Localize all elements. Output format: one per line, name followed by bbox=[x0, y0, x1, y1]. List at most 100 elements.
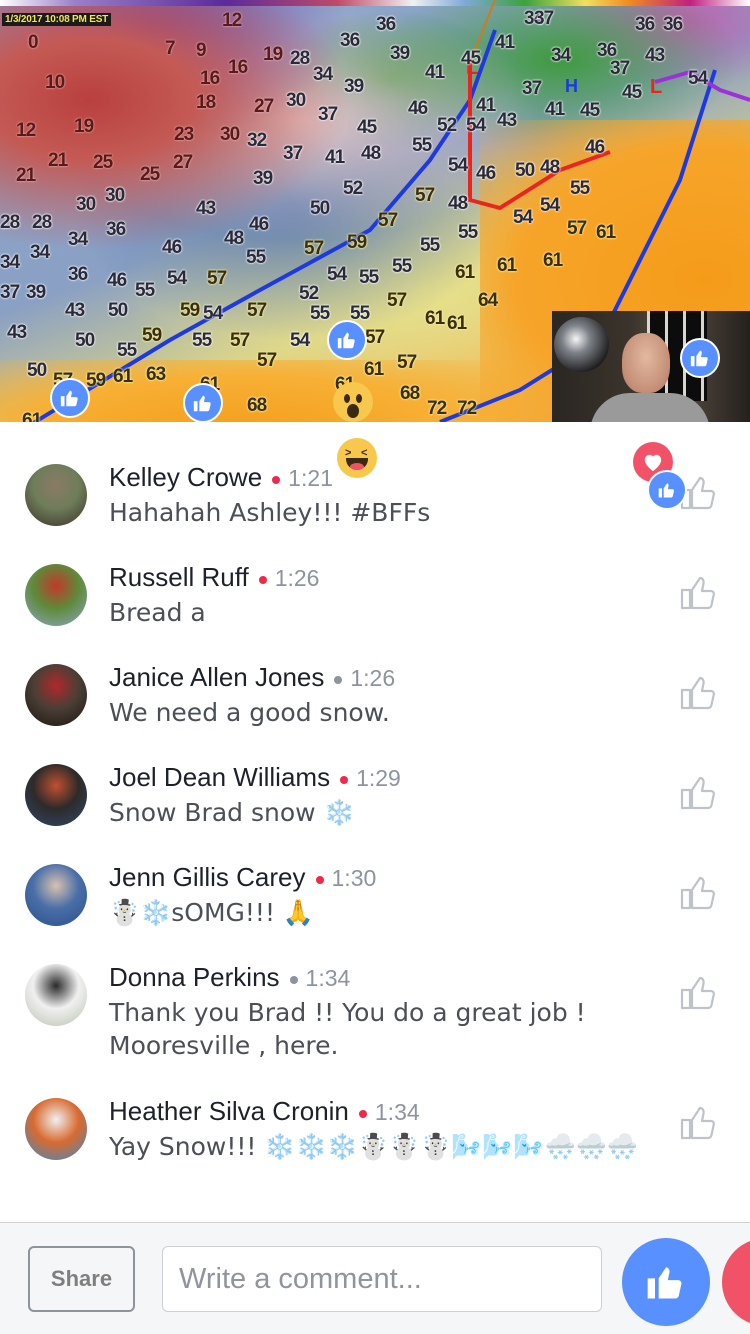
temperature-label: 25 bbox=[93, 152, 113, 173]
comment-like-button[interactable] bbox=[678, 872, 718, 912]
thumbs-up-icon bbox=[193, 395, 211, 412]
temperature-label: 39 bbox=[253, 168, 273, 189]
live-video-player[interactable]: L L H 0 7 9 12 19 28 36 36 39 16 16 10 18 27 30 34 39 41 4… bbox=[0, 0, 750, 422]
temperature-label: 37 bbox=[534, 8, 554, 29]
low-pressure-marker: L bbox=[650, 76, 662, 98]
comment-like-button[interactable] bbox=[678, 972, 718, 1012]
live-indicator-dot bbox=[258, 575, 267, 584]
temperature-label: 55 bbox=[117, 340, 137, 361]
temperature-label: 41 bbox=[545, 99, 565, 120]
thumbs-up-outline-icon bbox=[678, 776, 718, 816]
floating-like-reaction bbox=[647, 470, 687, 510]
temperature-label: 48 bbox=[361, 143, 381, 164]
temperature-label: 54 bbox=[327, 264, 347, 285]
temperature-label: 59 bbox=[86, 370, 106, 391]
commenter-name[interactable]: Joel Dean Williams bbox=[109, 762, 330, 792]
temperature-label: 68 bbox=[247, 395, 267, 416]
temperature-label: 46 bbox=[249, 214, 269, 235]
temperature-label: 46 bbox=[585, 137, 605, 158]
temperature-label: 0 bbox=[28, 32, 39, 53]
comment-like-button[interactable] bbox=[678, 672, 718, 712]
temperature-label: 57 bbox=[304, 238, 324, 259]
temperature-label: 50 bbox=[27, 360, 47, 381]
temperature-label: 39 bbox=[26, 282, 46, 303]
floating-wow-reaction bbox=[333, 382, 373, 422]
temperature-label: 37 bbox=[283, 143, 303, 164]
temperature-label: 30 bbox=[105, 185, 125, 206]
temperature-label: 45 bbox=[580, 100, 600, 121]
comment-timestamp: 1:26 bbox=[350, 665, 396, 691]
temperature-label: 61 bbox=[425, 308, 445, 329]
temperature-label: 61 bbox=[497, 255, 517, 276]
comment-timestamp: 1:26 bbox=[274, 565, 320, 591]
avatar[interactable] bbox=[25, 664, 87, 726]
temperature-label: 50 bbox=[108, 300, 128, 321]
comment-input[interactable] bbox=[162, 1246, 602, 1312]
commenter-name[interactable]: Russell Ruff bbox=[109, 562, 249, 592]
temperature-label: 50 bbox=[515, 160, 535, 181]
temperature-label: 57 bbox=[257, 350, 277, 371]
temperature-label: 55 bbox=[135, 280, 155, 301]
temperature-label: 48 bbox=[448, 193, 468, 214]
temperature-label: 30 bbox=[76, 194, 96, 215]
temperature-label: 21 bbox=[16, 165, 36, 186]
map-timestamp: 1/3/2017 10:08 PM EST bbox=[2, 13, 112, 26]
temperature-label: 55 bbox=[192, 330, 212, 351]
temperature-label: 54 bbox=[167, 268, 187, 289]
share-button[interactable]: Share bbox=[28, 1246, 135, 1312]
temperature-label: 55 bbox=[392, 256, 412, 277]
temperature-label: 18 bbox=[196, 92, 216, 113]
love-reaction-button[interactable] bbox=[722, 1238, 750, 1326]
live-indicator-dot bbox=[340, 775, 349, 784]
avatar[interactable] bbox=[25, 464, 87, 526]
commenter-name[interactable]: Heather Silva Cronin bbox=[109, 1096, 349, 1126]
comment-timestamp: 1:29 bbox=[356, 765, 401, 791]
temperature-label: 45 bbox=[357, 117, 377, 138]
comments-list[interactable]: Kelley Crowe 1:21 Hahahah Ashley!!! #BFFs R… bbox=[0, 422, 750, 1222]
heart-icon bbox=[644, 454, 662, 472]
temperature-label: 55 bbox=[310, 303, 330, 324]
temperature-label: 46 bbox=[162, 237, 182, 258]
temperature-label: 54 bbox=[688, 68, 708, 89]
temperature-label: 55 bbox=[359, 267, 379, 288]
commenter-name[interactable]: Kelley Crowe bbox=[109, 462, 262, 492]
temperature-label: 25 bbox=[140, 164, 160, 185]
temperature-label: 61 bbox=[364, 359, 384, 380]
temperature-label: 37 bbox=[522, 78, 542, 99]
comment-timestamp: 1:34 bbox=[305, 965, 351, 991]
temperature-label: 68 bbox=[400, 383, 420, 404]
temperature-label: 57 bbox=[397, 352, 417, 373]
temperature-label: 52 bbox=[343, 178, 363, 199]
comment-text: Hahahah Ashley!!! #BFFs bbox=[109, 498, 431, 527]
temperature-label: 54 bbox=[448, 155, 468, 176]
temperature-label: 52 bbox=[437, 115, 457, 136]
floating-like-reaction bbox=[327, 320, 367, 360]
temperature-label: 55 bbox=[246, 247, 266, 268]
temperature-label: 55 bbox=[458, 222, 478, 243]
thumbs-up-icon bbox=[690, 350, 708, 367]
comment-header: Jenn Gillis Carey 1:30 bbox=[109, 862, 376, 893]
comment-header: Heather Silva Cronin 1:34 bbox=[109, 1096, 420, 1127]
avatar[interactable] bbox=[25, 1098, 87, 1160]
temperature-label: 36 bbox=[340, 30, 360, 51]
temperature-label: 21 bbox=[48, 150, 68, 171]
comment-like-button[interactable] bbox=[678, 772, 718, 812]
avatar[interactable] bbox=[25, 864, 87, 926]
temperature-label: 34 bbox=[30, 242, 50, 263]
commenter-name[interactable]: Donna Perkins bbox=[109, 962, 280, 992]
comment-like-button[interactable] bbox=[678, 572, 718, 612]
avatar[interactable] bbox=[25, 764, 87, 826]
comment-header: Janice Allen Jones 1:26 bbox=[109, 662, 395, 693]
comment-like-button[interactable] bbox=[678, 1102, 718, 1142]
thumbs-up-outline-icon bbox=[678, 476, 718, 516]
avatar[interactable] bbox=[25, 564, 87, 626]
commenter-name[interactable]: Jenn Gillis Carey bbox=[109, 862, 306, 892]
temperature-label: 50 bbox=[310, 198, 330, 219]
temperature-label: 23 bbox=[174, 124, 194, 145]
comment-text: ☃️❄️sOMG!!! 🙏 bbox=[109, 898, 315, 927]
commenter-name[interactable]: Janice Allen Jones bbox=[109, 662, 324, 692]
avatar[interactable] bbox=[25, 964, 87, 1026]
floating-like-reaction bbox=[680, 338, 720, 378]
thumbs-up-icon bbox=[337, 332, 355, 349]
like-reaction-button[interactable] bbox=[622, 1238, 710, 1326]
